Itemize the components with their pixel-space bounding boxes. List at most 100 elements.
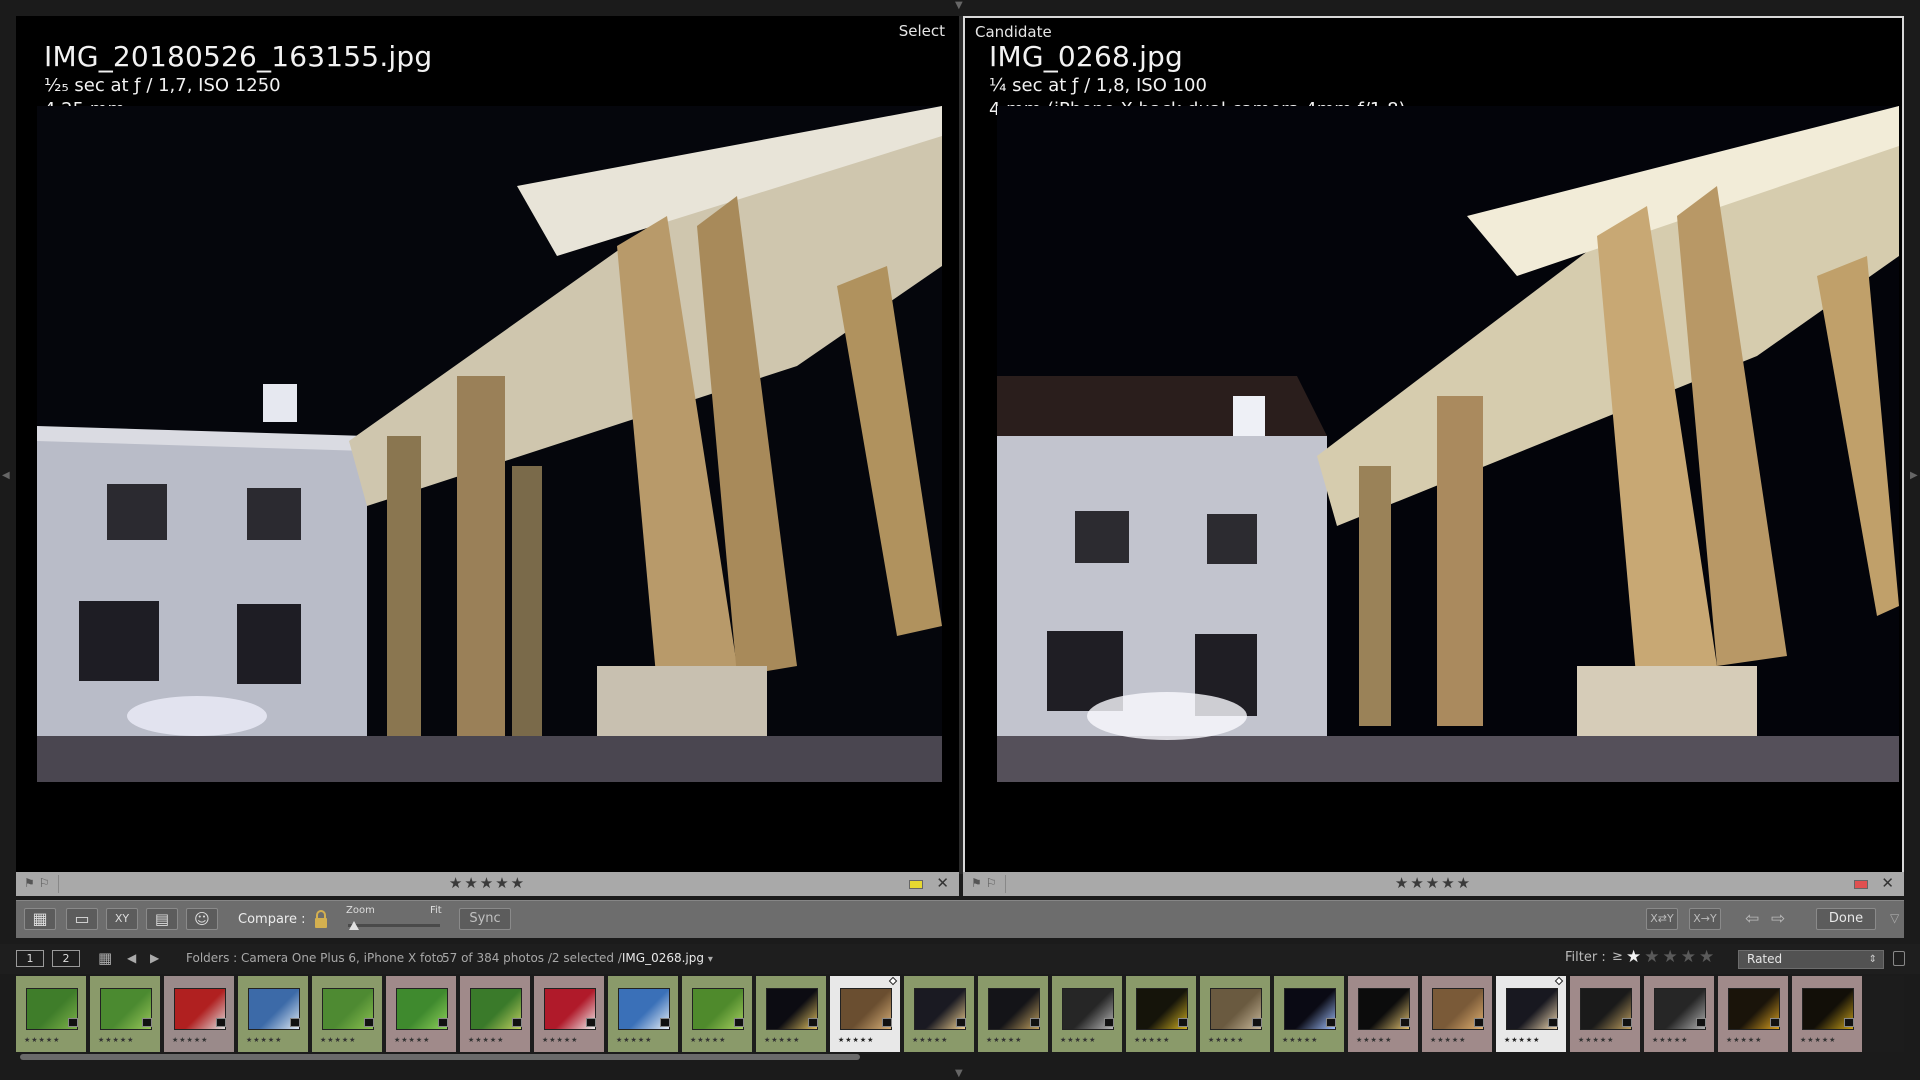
filmstrip-thumbnail[interactable]: ★★★★★	[1792, 976, 1864, 1052]
thumbnail-rating-stars[interactable]: ★★★★★	[246, 1036, 282, 1044]
thumbnail-rating-stars[interactable]: ★★★★★	[986, 1036, 1022, 1044]
filmstrip-thumbnail[interactable]: ★★★★★	[1052, 976, 1124, 1052]
select-flag-icons[interactable]: ⚑⚐	[24, 876, 54, 890]
filmstrip-thumbnail[interactable]: ★★★★★	[16, 976, 88, 1052]
filmstrip-thumbnail[interactable]: ★★★★★	[682, 976, 754, 1052]
filmstrip-thumbnail[interactable]: ★★★★★	[312, 976, 384, 1052]
swap-icon[interactable]: X⇄Y	[1646, 908, 1678, 930]
select-photo[interactable]	[37, 106, 942, 782]
select-pane[interactable]: Select IMG_20180526_163155.jpg ¹⁄₂₅ sec …	[16, 16, 959, 874]
filmstrip-thumbnail[interactable]: ★★★★★	[756, 976, 828, 1052]
filmstrip-thumbnail[interactable]: ★★★★★	[978, 976, 1050, 1052]
survey-view-icon[interactable]: ▤	[146, 908, 178, 930]
candidate-close-icon[interactable]: ✕	[1881, 874, 1894, 892]
forward-icon[interactable]: ▶	[150, 951, 159, 965]
lock-icon[interactable]	[312, 909, 330, 929]
filter-star-active[interactable]: ★	[1626, 947, 1644, 967]
filter-lock-icon[interactable]	[1893, 951, 1905, 966]
thumbnail-rating-stars[interactable]: ★★★★★	[1504, 1036, 1540, 1044]
candidate-color-label[interactable]	[1854, 880, 1868, 889]
loupe-view-icon[interactable]: ▭	[66, 908, 98, 930]
selection-marker-icon	[888, 976, 898, 986]
thumbnail-rating-stars[interactable]: ★★★★★	[394, 1036, 430, 1044]
filmstrip-thumbnail[interactable]: ★★★★★	[238, 976, 310, 1052]
filter-operator[interactable]: ≥	[1612, 949, 1623, 964]
second-screen-button[interactable]: 2	[52, 950, 80, 967]
select-rating-stars[interactable]: ★★★★★	[449, 874, 526, 892]
thumbnail-rating-stars[interactable]: ★★★★★	[838, 1036, 874, 1044]
filmstrip-thumbnail[interactable]: ★★★★★	[1348, 976, 1420, 1052]
thumbnail-rating-stars[interactable]: ★★★★★	[1356, 1036, 1392, 1044]
filter-rating-stars[interactable]: ★★★★★	[1626, 947, 1717, 967]
filter-preset-select[interactable]: Rated ⇕	[1738, 950, 1884, 969]
thumbnail-rating-stars[interactable]: ★★★★★	[1726, 1036, 1762, 1044]
thumbnail-rating-stars[interactable]: ★★★★★	[1430, 1036, 1466, 1044]
filmstrip-thumbnail[interactable]: ★★★★★	[1570, 976, 1642, 1052]
zoom-slider-thumb[interactable]	[349, 921, 359, 930]
toolbar-menu-icon[interactable]: ▽	[1890, 911, 1899, 925]
filmstrip-thumbnail[interactable]: ★★★★★	[1200, 976, 1272, 1052]
done-button[interactable]: Done	[1816, 908, 1876, 930]
candidate-pane[interactable]: Candidate IMG_0268.jpg ¼ sec at ƒ / 1,8,…	[963, 16, 1904, 874]
thumbnail-rating-stars[interactable]: ★★★★★	[1578, 1036, 1614, 1044]
thumbnail-rating-stars[interactable]: ★★★★★	[690, 1036, 726, 1044]
filmstrip-thumbnail[interactable]: ★★★★★	[386, 976, 458, 1052]
filmstrip-scrollbar[interactable]	[20, 1054, 860, 1060]
thumbnail-rating-stars[interactable]: ★★★★★	[172, 1036, 208, 1044]
thumbnail-rating-stars[interactable]: ★★★★★	[468, 1036, 504, 1044]
thumbnail-rating-stars[interactable]: ★★★★★	[542, 1036, 578, 1044]
thumbnail-rating-stars[interactable]: ★★★★★	[1282, 1036, 1318, 1044]
make-select-icon[interactable]: X→Y	[1689, 908, 1721, 930]
next-icon[interactable]: ⇨	[1771, 909, 1785, 929]
thumbnail-rating-stars[interactable]: ★★★★★	[616, 1036, 652, 1044]
source-path[interactable]: Folders : Camera One Plus 6, iPhone X fo…	[186, 951, 444, 965]
selection-marker-icon	[1554, 976, 1564, 986]
thumbnail-rating-stars[interactable]: ★★★★★	[1800, 1036, 1836, 1044]
filmstrip-thumbnail[interactable]: ★★★★★	[1274, 976, 1346, 1052]
people-view-icon[interactable]: ☺	[186, 908, 218, 930]
right-panel-toggle-icon[interactable]: ▶	[1910, 470, 1918, 481]
grid-icon[interactable]: ▦	[98, 949, 112, 967]
thumbnail-rating-stars[interactable]: ★★★★★	[320, 1036, 356, 1044]
thumbnail-rating-stars[interactable]: ★★★★★	[912, 1036, 948, 1044]
top-panel-toggle-icon[interactable]: ▼	[955, 0, 963, 11]
candidate-photo[interactable]	[997, 106, 1899, 782]
grid-view-icon[interactable]: ▦	[24, 908, 56, 930]
left-panel-toggle-icon[interactable]: ◀	[2, 470, 10, 481]
candidate-rating-stars[interactable]: ★★★★★	[1395, 874, 1472, 892]
filmstrip-thumbnail[interactable]: ★★★★★	[534, 976, 606, 1052]
thumbnail-rating-stars[interactable]: ★★★★★	[98, 1036, 134, 1044]
main-screen-button[interactable]: 1	[16, 950, 44, 967]
source-menu-icon[interactable]: ▾	[708, 954, 713, 965]
zoom-slider-track[interactable]	[348, 924, 440, 927]
filter-star-inactive[interactable]: ★★★★	[1644, 947, 1717, 967]
sync-button[interactable]: Sync	[459, 908, 511, 930]
filmstrip-thumbnail[interactable]: ★★★★★	[608, 976, 680, 1052]
filmstrip-thumbnail[interactable]: ★★★★★	[830, 976, 902, 1052]
filmstrip-thumbnail[interactable]: ★★★★★	[164, 976, 236, 1052]
thumbnail-rating-stars[interactable]: ★★★★★	[1652, 1036, 1688, 1044]
filmstrip-thumbnail[interactable]: ★★★★★	[1422, 976, 1494, 1052]
thumbnail-rating-stars[interactable]: ★★★★★	[1060, 1036, 1096, 1044]
candidate-flag-icons[interactable]: ⚑⚐	[971, 876, 1001, 890]
previous-icon[interactable]: ⇦	[1745, 909, 1759, 929]
thumbnail-rating-stars[interactable]: ★★★★★	[1208, 1036, 1244, 1044]
filmstrip-thumbnail[interactable]: ★★★★★	[1126, 976, 1198, 1052]
thumbnail-rating-stars[interactable]: ★★★★★	[764, 1036, 800, 1044]
metadata-badge-icon	[882, 1018, 892, 1027]
filter-label: Filter :	[1565, 950, 1606, 965]
thumbnail-rating-stars[interactable]: ★★★★★	[24, 1036, 60, 1044]
filmstrip-thumbnail[interactable]: ★★★★★	[904, 976, 976, 1052]
bottom-panel-toggle-icon[interactable]: ▼	[955, 1068, 963, 1079]
thumbnail-rating-stars[interactable]: ★★★★★	[1134, 1036, 1170, 1044]
select-close-icon[interactable]: ✕	[936, 874, 949, 892]
filmstrip-thumbnail[interactable]: ★★★★★	[460, 976, 532, 1052]
compare-view-icon[interactable]: XY	[106, 908, 138, 930]
filmstrip-thumbnail[interactable]: ★★★★★	[90, 976, 162, 1052]
filmstrip[interactable]: ★★★★★ ★★★★★ ★★★★★ ★★★★★ ★★★★★ ★★★★★ ★★★★★ ★★★★★…	[16, 976, 1904, 1052]
filmstrip-thumbnail[interactable]: ★★★★★	[1644, 976, 1716, 1052]
select-color-label[interactable]	[909, 880, 923, 889]
filmstrip-thumbnail[interactable]: ★★★★★	[1718, 976, 1790, 1052]
back-icon[interactable]: ◀	[127, 951, 136, 965]
filmstrip-thumbnail[interactable]: ★★★★★	[1496, 976, 1568, 1052]
